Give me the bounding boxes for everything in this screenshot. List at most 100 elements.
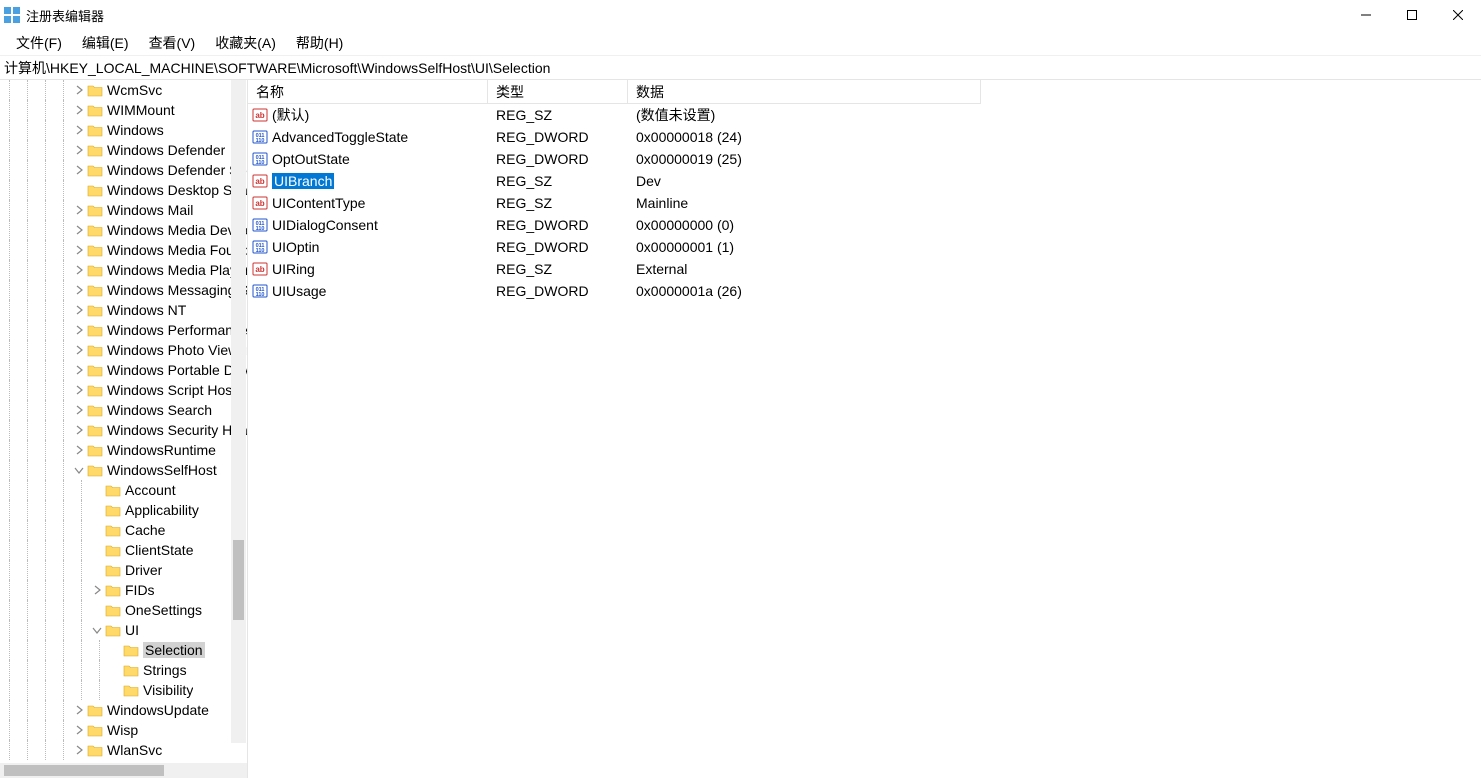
tree-node[interactable]: UI: [0, 620, 247, 640]
minimize-button[interactable]: [1343, 0, 1389, 30]
column-data[interactable]: 数据: [628, 80, 981, 103]
tree-node-label: Windows: [107, 122, 164, 138]
menu-file[interactable]: 文件(F): [6, 31, 72, 55]
tree-node[interactable]: Driver: [0, 560, 247, 580]
list-item[interactable]: UIDialogConsentREG_DWORD0x00000000 (0): [248, 214, 981, 236]
menu-favorites[interactable]: 收藏夹(A): [205, 31, 286, 55]
list-item[interactable]: UIRingREG_SZExternal: [248, 258, 981, 280]
list-item[interactable]: AdvancedToggleStateREG_DWORD0x00000018 (…: [248, 126, 981, 148]
tree-node[interactable]: WlanSvc: [0, 740, 247, 760]
chevron-right-icon[interactable]: [72, 203, 86, 217]
chevron-right-icon[interactable]: [72, 423, 86, 437]
chevron-right-icon[interactable]: [72, 743, 86, 757]
tree-node[interactable]: Windows NT: [0, 300, 247, 320]
list-item[interactable]: UIUsageREG_DWORD0x0000001a (26): [248, 280, 981, 302]
chevron-right-icon[interactable]: [72, 263, 86, 277]
tree[interactable]: WcmSvcWIMMount Windows Windows Defender Win…: [0, 80, 247, 763]
folder-icon: [105, 563, 121, 577]
tree-node[interactable]: Windows Defender: [0, 140, 247, 160]
tree-node[interactable]: Windows Security Health: [0, 420, 247, 440]
folder-icon: [87, 83, 103, 97]
tree-node[interactable]: Account: [0, 480, 247, 500]
chevron-right-icon[interactable]: [72, 403, 86, 417]
tree-node[interactable]: WindowsUpdate: [0, 700, 247, 720]
folder-icon: [87, 303, 103, 317]
tree-node[interactable]: Windows Desktop Search: [0, 180, 247, 200]
tree-horizontal-scrollbar[interactable]: [0, 763, 247, 778]
tree-node[interactable]: ClientState: [0, 540, 247, 560]
menu-view[interactable]: 查看(V): [139, 31, 206, 55]
tree-node[interactable]: Windows Portable Devices: [0, 360, 247, 380]
list-item[interactable]: UIBranchREG_SZDev: [248, 170, 981, 192]
list-item[interactable]: UIContentTypeREG_SZMainline: [248, 192, 981, 214]
chevron-right-icon[interactable]: [72, 723, 86, 737]
tree-node[interactable]: Windows Photo Viewer: [0, 340, 247, 360]
tree-node[interactable]: OneSettings: [0, 600, 247, 620]
chevron-right-icon[interactable]: [72, 343, 86, 357]
tree-node[interactable]: Windows Search: [0, 400, 247, 420]
tree-node[interactable]: Windows Mail: [0, 200, 247, 220]
chevron-right-icon[interactable]: [72, 703, 86, 717]
tree-node[interactable]: Cache: [0, 520, 247, 540]
chevron-right-icon[interactable]: [72, 163, 86, 177]
chevron-right-icon[interactable]: [72, 243, 86, 257]
chevron-right-icon[interactable]: [72, 443, 86, 457]
tree-node[interactable]: Windows Media Device Manager: [0, 220, 247, 240]
menu-edit[interactable]: 编辑(E): [72, 31, 139, 55]
tree-node[interactable]: Windows Messaging Subsystem: [0, 280, 247, 300]
dword-value-icon: [252, 151, 268, 167]
tree-node[interactable]: WindowsSelfHost: [0, 460, 247, 480]
tree-vertical-scrollbar[interactable]: [231, 80, 246, 743]
chevron-right-icon[interactable]: [72, 143, 86, 157]
value-name: OptOutState: [272, 151, 350, 167]
list-item[interactable]: OptOutStateREG_DWORD0x00000019 (25): [248, 148, 981, 170]
chevron-right-icon[interactable]: [72, 103, 86, 117]
tree-scroll-thumb[interactable]: [233, 540, 244, 620]
tree-node[interactable]: WindowsRuntime: [0, 440, 247, 460]
menu-help[interactable]: 帮助(H): [286, 31, 353, 55]
tree-hscroll-thumb[interactable]: [4, 765, 164, 776]
tree-node[interactable]: Selection: [0, 640, 247, 660]
value-name: UIRing: [272, 261, 315, 277]
chevron-down-icon[interactable]: [72, 463, 86, 477]
values-list[interactable]: (默认)REG_SZ(数值未设置)AdvancedToggleStateREG_…: [248, 104, 981, 302]
address-bar[interactable]: 计算机\HKEY_LOCAL_MACHINE\SOFTWARE\Microsof…: [0, 56, 1481, 80]
tree-node-label: WindowsRuntime: [107, 442, 216, 458]
chevron-right-icon[interactable]: [72, 303, 86, 317]
tree-node[interactable]: Applicability: [0, 500, 247, 520]
tree-node[interactable]: WIMMount: [0, 100, 247, 120]
list-item[interactable]: (默认)REG_SZ(数值未设置): [248, 104, 981, 126]
tree-node-label: Windows Desktop Search: [107, 182, 247, 198]
column-type[interactable]: 类型: [488, 80, 628, 103]
value-type: REG_SZ: [488, 195, 628, 211]
chevron-right-icon[interactable]: [72, 83, 86, 97]
chevron-right-icon[interactable]: [72, 383, 86, 397]
chevron-right-icon[interactable]: [90, 583, 104, 597]
column-name[interactable]: 名称: [248, 80, 488, 103]
chevron-right-icon[interactable]: [72, 363, 86, 377]
tree-pane[interactable]: WcmSvcWIMMount Windows Windows Defender Win…: [0, 80, 248, 778]
tree-node[interactable]: FIDs: [0, 580, 247, 600]
chevron-right-icon[interactable]: [72, 283, 86, 297]
chevron-right-icon[interactable]: [72, 323, 86, 337]
tree-node[interactable]: Wisp: [0, 720, 247, 740]
value-type: REG_DWORD: [488, 283, 628, 299]
tree-node[interactable]: Windows Script Host: [0, 380, 247, 400]
tree-node[interactable]: Windows Defender Security Center: [0, 160, 247, 180]
tree-node[interactable]: Visibility: [0, 680, 247, 700]
close-button[interactable]: [1435, 0, 1481, 30]
tree-node[interactable]: Windows Media Foundation: [0, 240, 247, 260]
values-pane[interactable]: 名称 类型 数据 (默认)REG_SZ(数值未设置)AdvancedToggle…: [248, 80, 981, 778]
tree-node-label: Windows Defender Security Center: [107, 162, 247, 178]
chevron-down-icon[interactable]: [90, 623, 104, 637]
maximize-button[interactable]: [1389, 0, 1435, 30]
tree-node[interactable]: Windows Performance Toolkit: [0, 320, 247, 340]
tree-node[interactable]: Strings: [0, 660, 247, 680]
value-data: Mainline: [628, 195, 981, 211]
chevron-right-icon[interactable]: [72, 123, 86, 137]
list-item[interactable]: UIOptinREG_DWORD0x00000001 (1): [248, 236, 981, 258]
tree-node[interactable]: WcmSvc: [0, 80, 247, 100]
tree-node[interactable]: Windows: [0, 120, 247, 140]
chevron-right-icon[interactable]: [72, 223, 86, 237]
tree-node[interactable]: Windows Media Player NSS: [0, 260, 247, 280]
